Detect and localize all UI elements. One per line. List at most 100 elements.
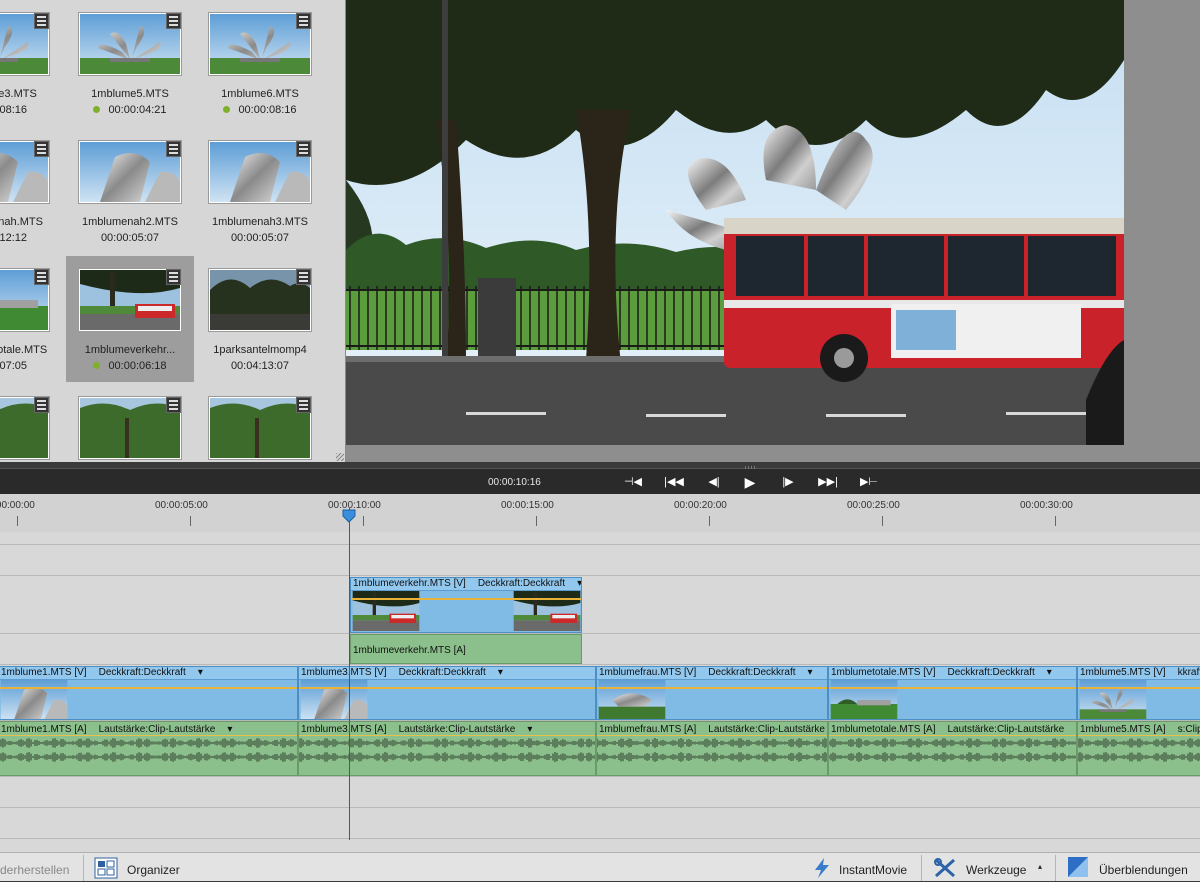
audio-clip[interactable]: 1mblumefrau.MTS [A] Lautstärke:Clip-Lauts… (596, 721, 828, 776)
audio-clip-upper[interactable]: 1mblumeverkehr.MTS [A] (350, 634, 582, 664)
scroll-resize-grip[interactable] (336, 453, 344, 461)
step-back-button[interactable]: ◀| (700, 474, 728, 490)
project-clip-item[interactable] (196, 384, 324, 462)
clip-effect-menu[interactable]: Deckkraft:Deckkraft ▾ (399, 667, 503, 678)
video-clip[interactable]: 1mblume3.MTS [V] Deckkraft:Deckkraft ▾ (298, 666, 596, 720)
divider (921, 855, 922, 881)
instantmovie-button[interactable]: InstantMovie (812, 857, 907, 882)
narration-track (0, 777, 1200, 808)
audio-clip[interactable]: 1mblume5.MTS [A] s:Clip-Li▾ (1077, 721, 1200, 776)
clip-effect-menu[interactable]: Deckkraft:Deckkraft ▾ (99, 667, 203, 678)
clip-duration-row: 00:00:06:18 (66, 360, 194, 372)
prev-edit-point-button[interactable]: ⊣◀ (619, 474, 647, 490)
divider (1055, 855, 1056, 881)
opacity-line[interactable] (351, 598, 581, 600)
clip-thumbnail (0, 268, 50, 332)
volume-line[interactable] (829, 735, 1076, 736)
clip-duration: 00:00:07:05 (0, 360, 28, 372)
project-clip-item[interactable]: 1mblumetotale.MTS 00:00:07:05 (0, 256, 62, 382)
clip-effect-menu[interactable]: Lautstärke:Clip-Lautstärke▾ (399, 724, 533, 735)
audio-clip[interactable]: 1mblumetotale.MTS [A] Lautstärke:Clip-Lau… (828, 721, 1077, 776)
ruler-timecode: 00:00:05:00 (155, 500, 208, 511)
project-clip-item[interactable]: 1parksantelmomp4 00:04:13:07 (196, 256, 324, 382)
project-clip-item[interactable]: 1mblume5.MTS 00:00:04:21 (66, 0, 194, 126)
playhead-line[interactable] (349, 508, 350, 840)
clip-name: 1mblume5.MTS (91, 88, 169, 100)
clip-duration-row: 00:00:07:05 (0, 360, 62, 372)
video-clip[interactable]: 1mblume5.MTS [V] kkraft:De▾ (1077, 666, 1200, 720)
project-clip-item[interactable] (66, 384, 194, 462)
volume-line[interactable] (299, 735, 595, 736)
opacity-line[interactable] (0, 687, 297, 689)
ueberblendungen-button[interactable]: Überblendungen (1067, 856, 1188, 881)
clip-thumbnail (598, 680, 666, 719)
ueberblendungen-label: Überblendungen (1099, 863, 1188, 877)
clip-name: 1mblumenah2.MTS (82, 216, 178, 228)
clip-duration: 00:00:06:18 (108, 360, 167, 372)
audio-clip[interactable]: 1mblume3.MTS [A] Lautstärke:Clip-Lautstär… (298, 721, 596, 776)
splitter-grip[interactable] (745, 466, 757, 469)
clip-thumbnail (0, 12, 50, 76)
clip-effect-menu[interactable]: Lautstärke:Clip-Lautstärke▾ (708, 724, 827, 735)
ruler-tick (882, 516, 883, 526)
clip-thumbnail (352, 591, 420, 631)
film-strip-icon (34, 397, 49, 413)
video-clip[interactable]: 1mblume1.MTS [V] Deckkraft:Deckkraft ▾ (0, 666, 298, 720)
clip-effect-menu[interactable]: Lautstärke:Clip-Lautstärke▾ (947, 724, 1076, 735)
film-strip-icon (34, 13, 49, 29)
clip-header: 1mblumefrau.MTS [A] Lautstärke:Clip-Lauts… (599, 724, 827, 735)
audio-waveform (0, 752, 297, 762)
timeline-ruler[interactable]: 00:00:00:0000:00:05:0000:00:10:0000:00:1… (0, 494, 1200, 533)
play-button[interactable]: ▶ (736, 474, 764, 490)
project-clip-item[interactable]: 1mblumeverkehr... 00:00:06:18 (66, 256, 194, 382)
opacity-line[interactable] (1078, 687, 1200, 689)
opacity-line[interactable] (597, 687, 827, 689)
audio-waveform (1078, 752, 1200, 762)
clip-header: 1mblume3.MTS [A] Lautstärke:Clip-Lautstär… (301, 724, 544, 735)
restore-button[interactable]: derherstellen (0, 863, 69, 877)
volume-line[interactable] (597, 735, 827, 736)
clip-name: 1mblumeverkehr... (84, 344, 176, 356)
clip-thumbnail (208, 268, 312, 332)
step-forward-icon: |▶ (782, 476, 794, 488)
clip-name: 1mblumenah3.MTS (212, 216, 308, 228)
organizer-button[interactable]: Organizer (94, 857, 180, 882)
clip-name: 1mblume3.MTS (0, 88, 37, 100)
project-clip-item[interactable]: 1mblume6.MTS 00:00:08:16 (196, 0, 324, 126)
go-to-end-button[interactable]: ▶▶| (814, 474, 842, 490)
project-clip-item[interactable]: 1mblumenah2.MTS 00:00:05:07 (66, 128, 194, 254)
ruler-tick (190, 516, 191, 526)
video-clip[interactable]: 1mblumefrau.MTS [V] Deckkraft:Deckkraft ▾ (596, 666, 828, 720)
project-clip-item[interactable]: 1mblumenah3.MTS 00:00:05:07 (196, 128, 324, 254)
clip-header: 1mblume5.MTS [V] kkraft:De▾ (1078, 667, 1200, 680)
next-edit-point-button[interactable]: ▶⊢ (855, 474, 883, 490)
clip-effect-menu[interactable]: Deckkraft:Deckkraft ▾ (708, 667, 812, 678)
video-clip[interactable]: 1mblumetotale.MTS [V] Deckkraft:Deckkraft… (828, 666, 1077, 720)
go-to-start-button[interactable]: |◀◀ (660, 474, 688, 490)
audio-waveform (299, 738, 595, 748)
clip-effect-menu[interactable]: Deckkraft:Deckkraft ▾ (947, 667, 1051, 678)
organizer-label: Organizer (127, 863, 180, 877)
clip-effect-menu[interactable]: Lautstärke:Clip-Lautstärke▾ (99, 724, 233, 735)
step-forward-button[interactable]: |▶ (774, 474, 802, 490)
playhead-handle-icon[interactable] (342, 509, 356, 523)
project-clip-item[interactable]: 1mblumenah.MTS 00:00:12:12 (0, 128, 62, 254)
clip-header: 1mblume1.MTS [A] Lautstärke:Clip-Lautstär… (1, 724, 244, 735)
next-edit-icon: ▶⊢ (859, 476, 879, 488)
clip-effect-menu[interactable]: Deckkraft:Deckkraft ▾ (478, 578, 581, 589)
clip-effect-menu[interactable]: s:Clip-Li▾ (1178, 724, 1200, 735)
clip-duration: 00:00:08:16 (0, 104, 28, 116)
project-clip-item[interactable]: 1mblume3.MTS 00:00:08:16 (0, 0, 62, 126)
audio-clip[interactable]: 1mblume1.MTS [A] Lautstärke:Clip-Lautstär… (0, 721, 298, 776)
werkzeuge-button[interactable]: Werkzeuge ▴ (933, 857, 1042, 882)
volume-line[interactable] (0, 735, 297, 736)
audio-waveform (829, 752, 1076, 762)
volume-line[interactable] (1078, 735, 1200, 736)
skip-end-icon: ▶▶| (818, 476, 838, 488)
project-clip-item[interactable] (0, 384, 62, 462)
clip-effect-menu[interactable]: kkraft:De▾ (1178, 667, 1200, 678)
video-clip-upper[interactable]: 1mblumeverkehr.MTS [V] Deckkraft:Deckkraf… (350, 577, 582, 633)
opacity-line[interactable] (829, 687, 1076, 689)
clip-name: 1mblume3.MTS [V] (301, 667, 387, 678)
opacity-line[interactable] (299, 687, 595, 689)
